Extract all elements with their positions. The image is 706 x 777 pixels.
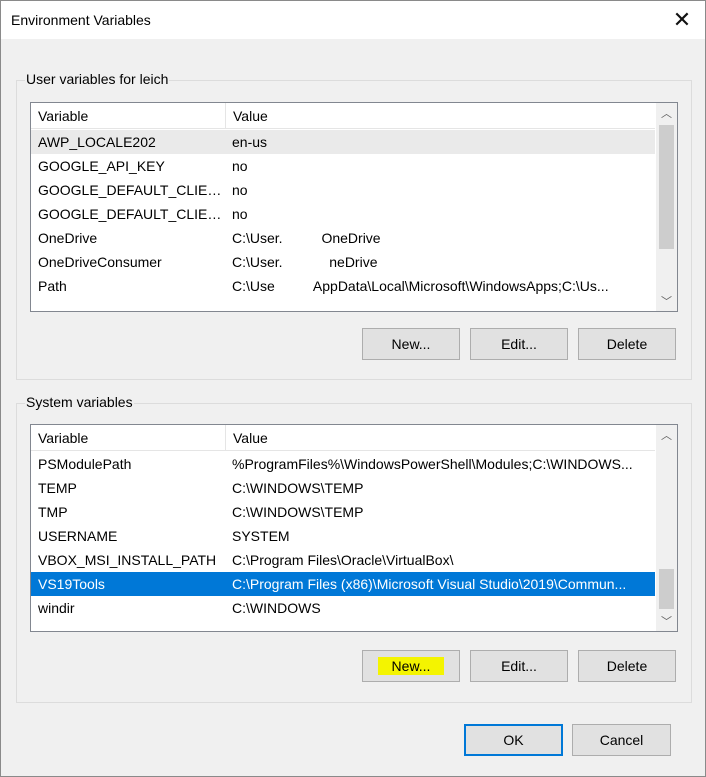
table-row-selected[interactable]: VS19Tools C:\Program Files (x86)\Microso… bbox=[31, 572, 655, 596]
user-list-header: Variable Value bbox=[31, 103, 655, 129]
value-cell: C:\WINDOWS\TEMP bbox=[232, 504, 364, 520]
value-cell: C:\User. OneDrive bbox=[232, 230, 381, 246]
scrollbar-thumb[interactable] bbox=[659, 569, 674, 609]
variable-cell: windir bbox=[38, 600, 75, 616]
table-row[interactable]: AWP_LOCALE202 en-us bbox=[31, 130, 655, 154]
variable-cell: GOOGLE_DEFAULT_CLIENT... bbox=[38, 182, 224, 198]
value-cell: no bbox=[232, 206, 248, 222]
system-variables-list[interactable]: Variable Value PSModulePath %ProgramFile… bbox=[30, 424, 678, 632]
table-row[interactable]: TMP C:\WINDOWS\TEMP bbox=[31, 500, 655, 524]
chevron-up-icon[interactable]: ︿ bbox=[656, 425, 677, 445]
variable-cell: TEMP bbox=[38, 480, 77, 496]
system-edit-button[interactable]: Edit... bbox=[470, 650, 568, 682]
table-row[interactable]: GOOGLE_DEFAULT_CLIENT... no bbox=[31, 202, 655, 226]
chevron-up-icon[interactable]: ︿ bbox=[656, 103, 677, 123]
column-header-variable[interactable]: Variable bbox=[31, 103, 226, 129]
variable-cell: OneDrive bbox=[38, 230, 98, 246]
value-cell: C:\WINDOWS bbox=[232, 600, 321, 616]
variable-cell: VBOX_MSI_INSTALL_PATH bbox=[38, 552, 217, 568]
table-row[interactable]: USERNAME SYSTEM bbox=[31, 524, 655, 548]
user-new-button[interactable]: New... bbox=[362, 328, 460, 360]
column-header-value[interactable]: Value bbox=[226, 103, 655, 129]
environment-variables-dialog: Environment Variables ✕ User variables f… bbox=[0, 0, 706, 777]
cancel-button[interactable]: Cancel bbox=[572, 724, 671, 756]
table-row[interactable]: GOOGLE_API_KEY no bbox=[31, 154, 655, 178]
column-header-value[interactable]: Value bbox=[226, 425, 655, 451]
variable-cell: OneDriveConsumer bbox=[38, 254, 162, 270]
table-row[interactable]: windir C:\WINDOWS bbox=[31, 596, 655, 620]
user-edit-button[interactable]: Edit... bbox=[470, 328, 568, 360]
chevron-down-icon[interactable]: ﹀ bbox=[656, 611, 677, 631]
value-cell: C:\Program Files\Oracle\VirtualBox\ bbox=[232, 552, 454, 568]
variable-cell: GOOGLE_DEFAULT_CLIENT... bbox=[38, 206, 224, 222]
system-new-button[interactable]: New... bbox=[362, 650, 460, 682]
value-cell: C:\Program Files (x86)\Microsoft Visual … bbox=[232, 576, 627, 592]
system-delete-button[interactable]: Delete bbox=[578, 650, 676, 682]
user-delete-button[interactable]: Delete bbox=[578, 328, 676, 360]
system-new-label: New... bbox=[377, 657, 445, 675]
table-row[interactable]: PSModulePath %ProgramFiles%\WindowsPower… bbox=[31, 452, 655, 476]
close-button[interactable]: ✕ bbox=[659, 1, 705, 39]
user-variables-list[interactable]: Variable Value AWP_LOCALE202 en-us GOOGL… bbox=[30, 102, 678, 312]
value-cell: C:\WINDOWS\TEMP bbox=[232, 480, 364, 496]
window-title: Environment Variables bbox=[11, 12, 151, 28]
variable-cell: VS19Tools bbox=[38, 576, 105, 592]
system-list-scrollbar[interactable]: ︿ ﹀ bbox=[656, 425, 677, 631]
value-cell: C:\User. neDrive bbox=[232, 254, 378, 270]
table-row[interactable]: Path C:\Use AppData\Local\Microsoft\Wind… bbox=[31, 274, 655, 298]
close-icon: ✕ bbox=[672, 7, 692, 32]
user-list-rows: AWP_LOCALE202 en-us GOOGLE_API_KEY no GO… bbox=[31, 130, 655, 298]
system-list-header: Variable Value bbox=[31, 425, 655, 451]
value-cell: no bbox=[232, 158, 248, 174]
table-row[interactable]: OneDrive C:\User. OneDrive bbox=[31, 226, 655, 250]
variable-cell: GOOGLE_API_KEY bbox=[38, 158, 165, 174]
table-row[interactable]: VBOX_MSI_INSTALL_PATH C:\Program Files\O… bbox=[31, 548, 655, 572]
variable-cell: Path bbox=[38, 278, 67, 294]
system-variables-label: System variables bbox=[25, 394, 134, 410]
system-list-rows: PSModulePath %ProgramFiles%\WindowsPower… bbox=[31, 452, 655, 620]
column-header-variable[interactable]: Variable bbox=[31, 425, 226, 451]
variable-cell: USERNAME bbox=[38, 528, 118, 544]
variable-cell: PSModulePath bbox=[38, 456, 132, 472]
table-row[interactable]: OneDriveConsumer C:\User. neDrive bbox=[31, 250, 655, 274]
value-cell: en-us bbox=[232, 134, 268, 150]
chevron-down-icon[interactable]: ﹀ bbox=[656, 291, 677, 311]
table-row[interactable]: TEMP C:\WINDOWS\TEMP bbox=[31, 476, 655, 500]
user-list-scrollbar[interactable]: ︿ ﹀ bbox=[656, 103, 677, 311]
user-variables-label: User variables for leich bbox=[25, 71, 170, 87]
title-bar: Environment Variables ✕ bbox=[1, 1, 705, 39]
variable-cell: TMP bbox=[38, 504, 68, 520]
table-row[interactable]: GOOGLE_DEFAULT_CLIENT... no bbox=[31, 178, 655, 202]
value-cell: C:\Use AppData\Local\Microsoft\WindowsAp… bbox=[232, 278, 609, 294]
variable-cell: AWP_LOCALE202 bbox=[38, 134, 156, 150]
scrollbar-thumb[interactable] bbox=[659, 125, 674, 249]
value-cell: %ProgramFiles%\WindowsPowerShell\Modules… bbox=[232, 456, 633, 472]
value-cell: SYSTEM bbox=[232, 528, 290, 544]
value-cell: no bbox=[232, 182, 248, 198]
ok-button[interactable]: OK bbox=[464, 724, 563, 756]
